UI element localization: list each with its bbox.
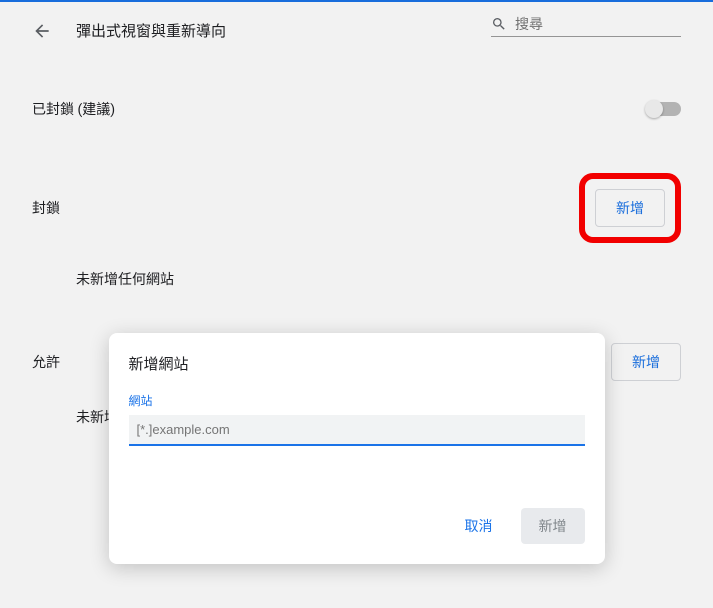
- cancel-button[interactable]: 取消: [447, 508, 511, 544]
- dialog-title: 新增網站: [129, 353, 585, 374]
- modal-overlay: 新增網站 網站 取消 新增: [0, 0, 713, 608]
- confirm-button[interactable]: 新增: [521, 508, 585, 544]
- add-site-dialog: 新增網站 網站 取消 新增: [109, 333, 605, 564]
- site-url-input[interactable]: [129, 415, 585, 446]
- dialog-field-label: 網站: [129, 392, 585, 409]
- dialog-actions: 取消 新增: [129, 508, 585, 544]
